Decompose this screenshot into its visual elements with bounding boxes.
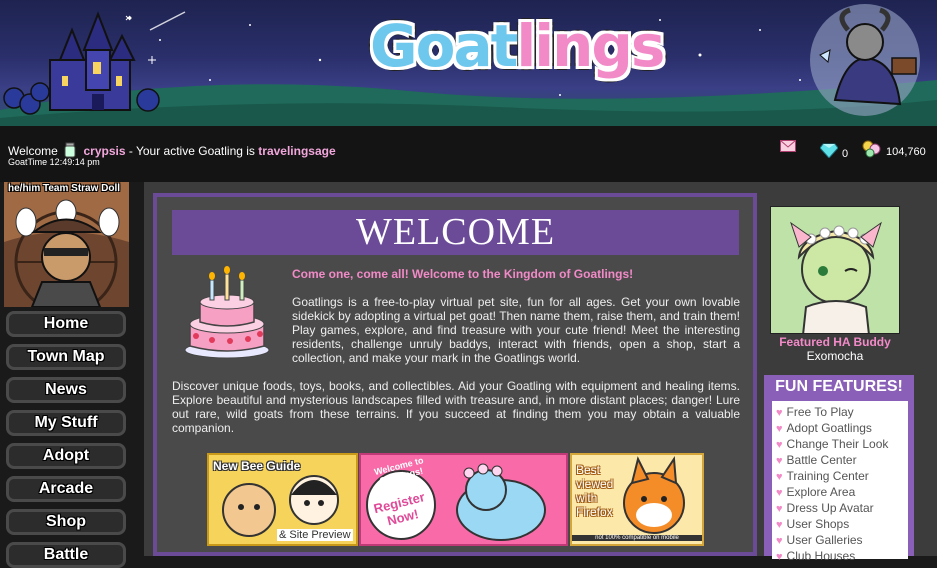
firefox-text: Best viewed with Firefox [576,463,614,519]
heart-icon: ♥ [776,487,783,499]
fun-feature-item[interactable]: ♥ Adopt Goatlings [772,420,908,436]
gold-balance[interactable]: 104,760 [862,140,926,158]
featured-buddy-name[interactable]: Exomocha [770,349,900,363]
pet-jar-icon[interactable] [63,142,77,158]
heart-icon: ♥ [776,471,783,483]
firefox-promo[interactable]: Best viewed with Firefox not 100% compat… [570,453,704,546]
fun-feature-item[interactable]: ♥ Change Their Look [772,436,908,452]
welcome-heading: WELCOME [172,210,739,255]
nav-shop[interactable]: Shop [6,509,126,535]
intro-title: Come one, come all! Welcome to the Kingd… [292,267,634,281]
heart-icon: ♥ [776,551,783,563]
fun-feature-item[interactable]: ♥ Explore Area [772,484,908,500]
mail-icon[interactable] [780,140,796,152]
fun-feature-item[interactable]: ♥ Training Center [772,468,908,484]
heart-icon: ♥ [776,503,783,515]
username-link[interactable]: crypsis [83,144,125,158]
pet-caption: he/him Team Straw Doll [8,183,121,194]
header-banner: Goatlings [0,0,937,126]
fun-feature-item[interactable]: ♥ Club Houses [772,548,908,564]
gems-balance[interactable]: 0 [820,140,848,160]
birthday-cake-image [184,266,270,359]
bee-guide-title: New Bee Guide [213,459,301,473]
register-promo[interactable]: Welcome to Goatlings! Register Now! [359,453,568,546]
heart-icon: ♥ [776,535,783,547]
intro-paragraph-1: Goatlings is a free-to-play virtual pet … [292,295,740,365]
fun-features-list: ♥ Free To Play ♥ Adopt Goatlings ♥ Change T… [772,401,908,563]
fun-features-heading: FUN FEATURES! [775,378,903,395]
nav-home[interactable]: Home [6,311,126,337]
welcome-line: Welcome crypsis - Your active Goatling i… [8,142,336,158]
heart-icon: ♥ [776,439,783,451]
featured-buddy-label[interactable]: Featured HA Buddy [770,335,900,349]
fun-feature-item[interactable]: ♥ Dress Up Avatar [772,500,908,516]
heart-icon: ♥ [776,423,783,435]
coins-icon [862,140,881,158]
active-pet-link[interactable]: travelingsage [258,144,335,158]
heart-icon: ♥ [776,407,783,419]
heart-icon: ♥ [776,455,783,467]
nav-adopt[interactable]: Adopt [6,443,126,469]
fun-feature-item[interactable]: ♥ Battle Center [772,452,908,468]
fun-feature-item[interactable]: ♥ User Shops [772,516,908,532]
active-pet-text: - Your active Goatling is [128,144,255,158]
user-bar: Welcome crypsis - Your active Goatling i… [0,126,937,182]
welcome-text: Welcome [8,144,58,158]
nav-my-stuff[interactable]: My Stuff [6,410,126,436]
active-pet-image[interactable]: he/him Team Straw Doll [4,182,129,307]
intro-paragraph-2: Discover unique foods, toys, books, and … [172,379,740,435]
nav-news[interactable]: News [6,377,126,403]
gold-value: 104,760 [886,146,926,158]
fun-feature-item[interactable]: ♥ User Galleries [772,532,908,548]
goattime-clock: GoatTime 12:49:14 pm [8,157,100,167]
nav-battle[interactable]: Battle [6,542,126,568]
heart-icon: ♥ [776,519,783,531]
bee-guide-subtitle: & Site Preview [277,529,353,541]
featured-buddy-image[interactable] [770,206,900,334]
nav-town-map[interactable]: Town Map [6,344,126,370]
bee-guide-promo[interactable]: New Bee Guide & Site Preview [207,453,358,546]
gems-value: 0 [842,148,849,160]
nav-arcade[interactable]: Arcade [6,476,126,502]
firefox-subtext: not 100% compatible on mobile [572,535,702,541]
gem-icon [820,143,838,158]
site-logo[interactable]: Goatlings [370,8,665,84]
fun-feature-item[interactable]: ♥ Free To Play [772,404,908,420]
